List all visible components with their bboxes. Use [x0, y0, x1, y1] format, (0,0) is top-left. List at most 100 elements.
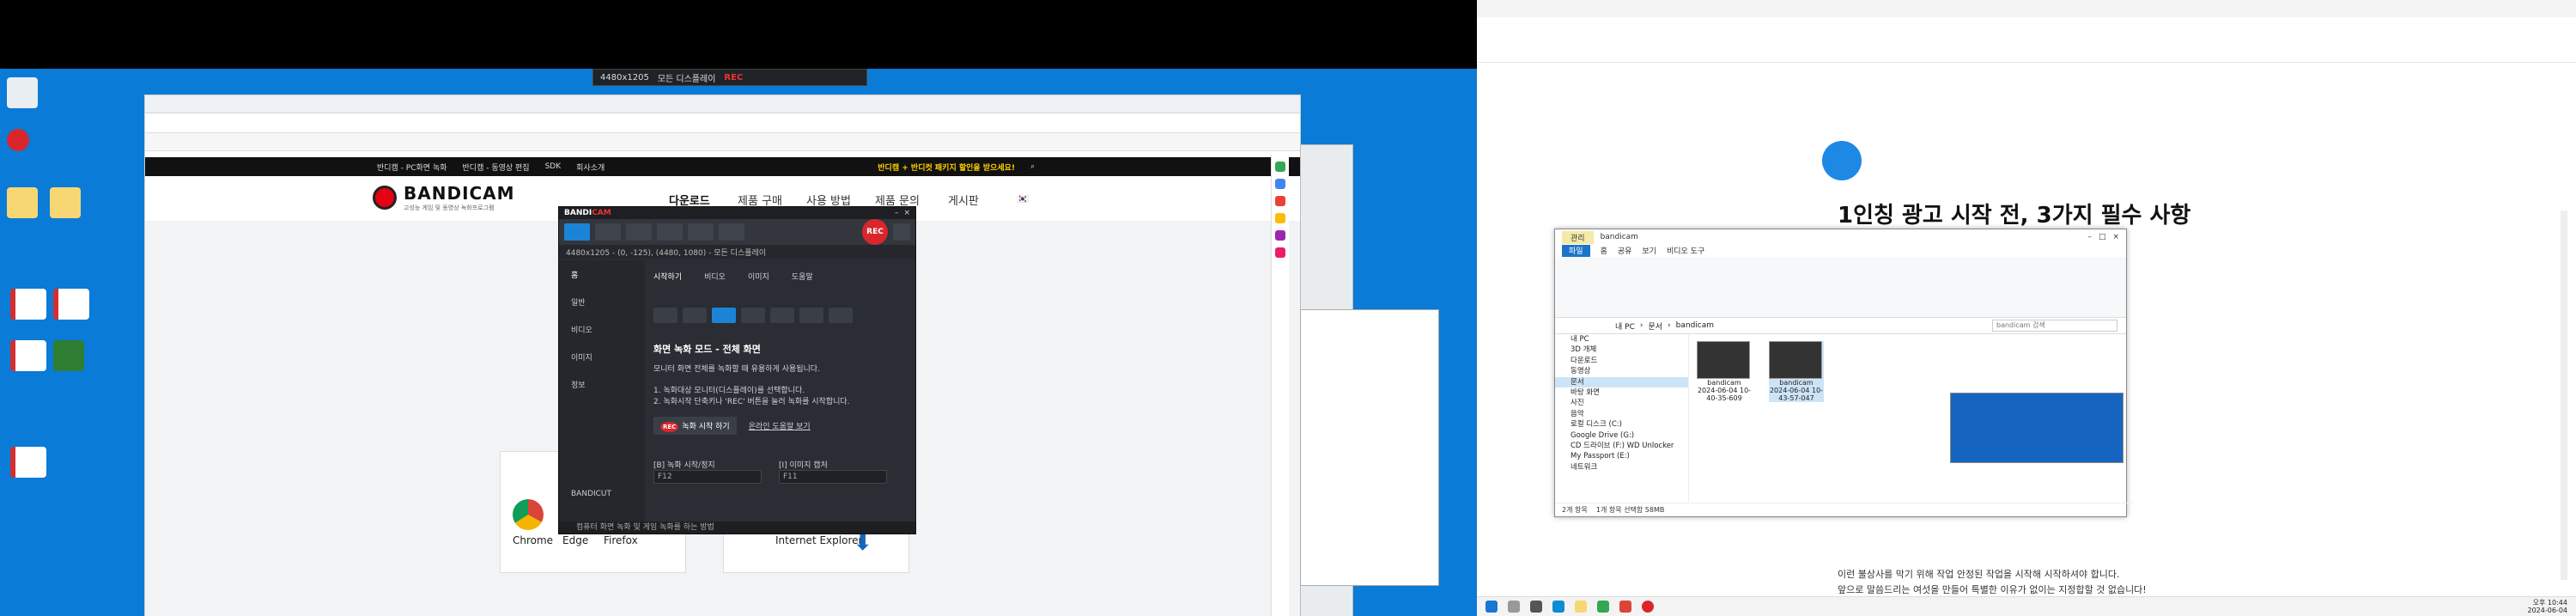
tab-view[interactable]: 보기: [1642, 245, 1656, 257]
ie-label[interactable]: Internet Explorer: [775, 534, 862, 546]
game-mode-button[interactable]: [595, 223, 621, 241]
minimize-icon[interactable]: –: [895, 209, 899, 217]
tab-video[interactable]: 비디오: [704, 271, 726, 282]
pdf-icon[interactable]: [10, 340, 46, 371]
sidebar-app-icon[interactable]: [1275, 179, 1285, 189]
top-link[interactable]: 반디캠 - PC화면 녹화: [377, 162, 447, 173]
sidebar-item-home[interactable]: 홈: [559, 260, 645, 288]
hotkey-img-field[interactable]: F11: [779, 470, 887, 484]
nav-item[interactable]: 다운로드: [1555, 356, 1688, 366]
browser-tab-strip[interactable]: [145, 95, 1300, 113]
speaker-button[interactable]: [688, 223, 714, 241]
mic-button[interactable]: [719, 223, 744, 241]
tab-help[interactable]: 도움말: [792, 271, 813, 282]
bandicam-icon[interactable]: [1642, 601, 1654, 613]
minimize-icon[interactable]: –: [2087, 233, 2092, 241]
nav-item[interactable]: Google Drive (G:): [1555, 430, 1688, 441]
mode-cursor[interactable]: [741, 308, 765, 323]
explorer-ribbon[interactable]: [1555, 257, 2126, 318]
top-link[interactable]: 회사소개: [576, 162, 605, 173]
nav-item[interactable]: CD 드라이브 (F:) WD Unlocker: [1555, 441, 1688, 451]
recycle-bin-icon[interactable]: [7, 77, 38, 108]
menu-board[interactable]: 게시판: [948, 192, 979, 208]
task-view-icon[interactable]: [1530, 601, 1542, 613]
nav-item[interactable]: 음악: [1555, 409, 1688, 419]
browser-label[interactable]: Firefox: [604, 534, 638, 546]
mode-rect[interactable]: [683, 308, 707, 323]
korea-flag-icon[interactable]: 🇰🇷: [1017, 193, 1029, 204]
search-icon[interactable]: ⌕: [1030, 162, 1035, 171]
system-clock[interactable]: 오후 10:44 2024-06-04: [2528, 599, 2568, 614]
mode-sound[interactable]: [770, 308, 794, 323]
bandicam-logo[interactable]: BANDICAM 고성능 게임 및 동영상 녹화프로그램: [373, 183, 515, 212]
online-help-link[interactable]: 온라인 도움말 보기: [749, 420, 811, 431]
tab-home[interactable]: 홈: [1601, 245, 1607, 257]
browser-label[interactable]: Edge: [562, 534, 588, 546]
mode-game[interactable]: [799, 308, 823, 323]
explorer-title-bar[interactable]: 관리 bandicam – □ ×: [1555, 229, 2126, 245]
bandicut-button[interactable]: BANDICUT: [559, 480, 645, 508]
webcam-button[interactable]: [657, 223, 683, 241]
bandicam-desktop-icon[interactable]: [7, 129, 29, 151]
mode-fullscreen[interactable]: [712, 308, 736, 323]
tab-start[interactable]: 시작하기: [653, 271, 682, 282]
address-path[interactable]: 내 PC › 문서 › bandicam bandicam 검색: [1555, 318, 2126, 334]
nav-item[interactable]: 로컬 디스크 (C:): [1555, 419, 1688, 430]
close-icon[interactable]: ×: [2112, 233, 2119, 241]
pdf-icon[interactable]: [10, 447, 46, 478]
pdf-icon[interactable]: [10, 289, 46, 320]
folder-icon[interactable]: [7, 187, 38, 218]
search-input[interactable]: bandicam 검색: [1992, 320, 2117, 332]
file-item[interactable]: bandicam 2024-06-04 10-40-35-609: [1697, 341, 1752, 402]
manage-tab[interactable]: 관리: [1562, 230, 1594, 244]
right-browser-tabs[interactable]: [1477, 0, 2576, 18]
nav-item[interactable]: 바탕 화면: [1555, 387, 1688, 398]
scrollbar[interactable]: [2561, 210, 2567, 580]
path-segment[interactable]: 문서: [1648, 320, 1662, 332]
camera-icon[interactable]: [893, 223, 910, 241]
close-icon[interactable]: ×: [903, 209, 910, 217]
sidebar-app-icon[interactable]: [1275, 247, 1285, 258]
browser-label[interactable]: Chrome: [513, 534, 553, 546]
promo-link[interactable]: 반디캠 + 반디컷 패키지 할인을 받으세요!: [878, 162, 1015, 173]
hotkey-rec-field[interactable]: F12: [653, 470, 762, 484]
sidebar-app-icon[interactable]: [1275, 162, 1285, 172]
nav-item[interactable]: 3D 개체: [1555, 345, 1688, 355]
start-recording-button[interactable]: REC 녹화 시작 하기: [653, 417, 737, 435]
tab-share[interactable]: 공유: [1618, 245, 1632, 257]
maximize-icon[interactable]: □: [2099, 233, 2106, 241]
sidebar-item-info[interactable]: 정보: [559, 370, 645, 398]
sidebar-item-video[interactable]: 비디오: [559, 315, 645, 343]
rec-button[interactable]: REC: [862, 219, 888, 245]
edge-icon[interactable]: [1552, 601, 1564, 613]
nav-item[interactable]: 문서: [1555, 376, 1688, 387]
folder-icon[interactable]: [1575, 601, 1587, 613]
folder-icon[interactable]: [50, 187, 81, 218]
search-icon[interactable]: [1508, 601, 1520, 613]
start-icon[interactable]: [1485, 601, 1498, 613]
sidebar-item-general[interactable]: 일반: [559, 288, 645, 315]
app-icon[interactable]: [1597, 601, 1609, 613]
chrome-icon[interactable]: [1619, 601, 1631, 613]
mode-device[interactable]: [829, 308, 853, 323]
nav-item[interactable]: 내 PC: [1555, 334, 1688, 345]
device-mode-button[interactable]: [626, 223, 652, 241]
bandicam-footer-link[interactable]: 컴퓨터 화면 녹화 및 게임 녹화를 하는 방법: [559, 521, 915, 534]
right-bookmarks-bar[interactable]: [1477, 43, 2576, 63]
top-link[interactable]: 반디캠 - 동영상 편집: [463, 162, 530, 173]
right-address-bar[interactable]: [1477, 17, 2576, 44]
bandicam-title-bar[interactable]: BANDICAM – ×: [559, 207, 915, 219]
top-link[interactable]: SDK: [545, 162, 562, 171]
pdf-icon[interactable]: [53, 289, 89, 320]
screen-mode-button[interactable]: [564, 223, 590, 241]
tab-video-tools[interactable]: 비디오 도구: [1667, 245, 1704, 257]
excel-icon[interactable]: [53, 340, 84, 371]
sidebar-app-icon[interactable]: [1275, 213, 1285, 223]
file-item[interactable]: bandicam 2024-06-04 10-43-57-047: [1769, 341, 1824, 402]
sidebar-app-icon[interactable]: [1275, 230, 1285, 241]
chrome-icon[interactable]: [513, 499, 544, 530]
tab-file[interactable]: 파일: [1562, 245, 1590, 257]
path-segment[interactable]: bandicam: [1676, 321, 1714, 330]
bookmarks-bar[interactable]: [145, 133, 1300, 151]
tab-image[interactable]: 이미지: [748, 271, 769, 282]
